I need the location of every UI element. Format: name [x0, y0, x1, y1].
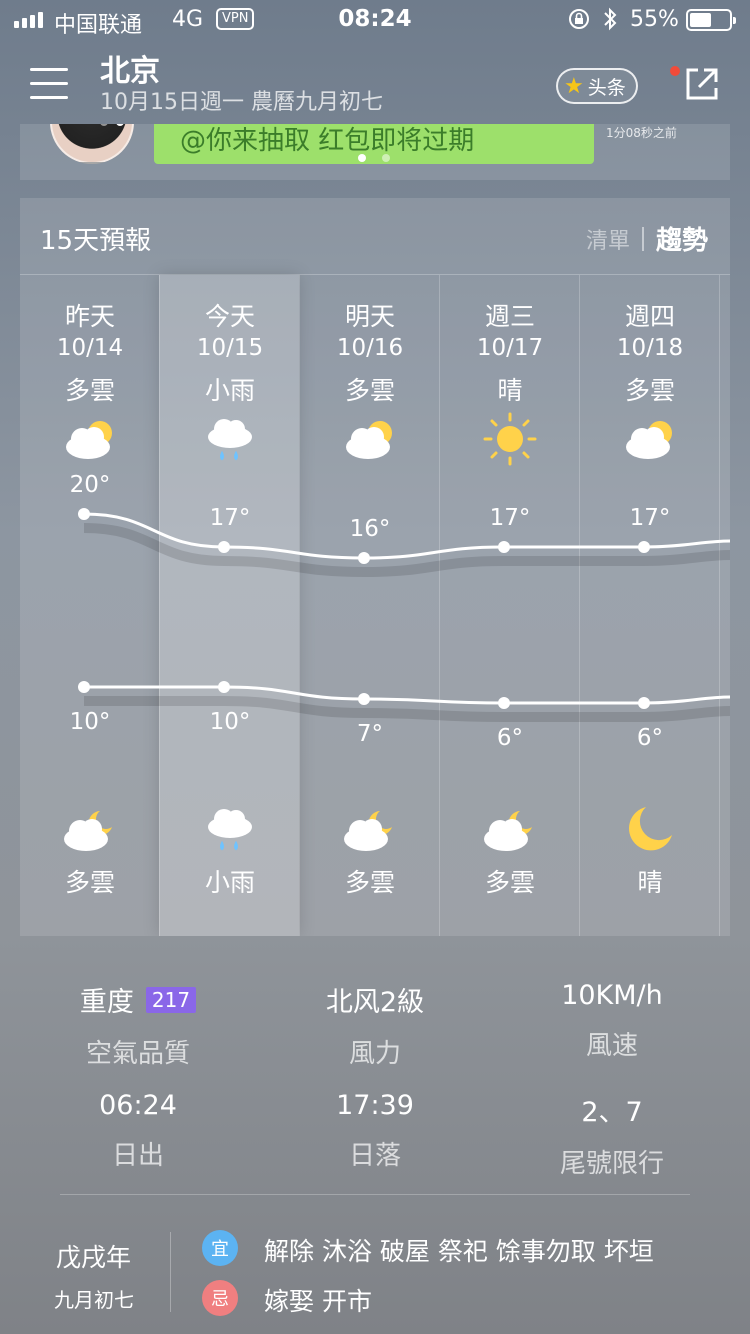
sunset-time: 17:39 — [336, 1090, 414, 1121]
wind-level: 北风2級 風力 — [257, 980, 493, 1070]
low-temp-point — [358, 693, 370, 705]
battery-icon — [686, 9, 736, 31]
low-temp-label: 6° — [497, 725, 523, 751]
wind-direction: 北风2級 — [325, 987, 425, 1018]
notification-dot — [670, 66, 680, 76]
high-temp-label: 16° — [350, 516, 391, 542]
app-header: 北京 10月15日週一 農曆九月初七 ★ 头条 — [0, 40, 750, 124]
wind-speed: 10KM/h 風速 — [494, 980, 730, 1062]
high-temp-label: 17° — [630, 505, 671, 531]
air-quality[interactable]: 重度 217 空氣品質 — [20, 980, 256, 1070]
high-temp-point — [358, 552, 370, 564]
yi-text[interactable]: 解除 沐浴 破屋 祭祀 馀事勿取 坏垣 — [264, 1232, 654, 1268]
ji-badge: 忌 — [202, 1280, 238, 1316]
sunrise-time: 06:24 — [99, 1090, 177, 1121]
sunset-label: 日落 — [348, 1141, 401, 1171]
sunrise-label: 日出 — [111, 1141, 164, 1171]
high-temp-label: 17° — [490, 505, 531, 531]
sunrise: 06:24 日出 — [20, 1090, 256, 1172]
high-temp-shadow — [83, 523, 730, 578]
low-temp-label: 10° — [210, 709, 251, 735]
low-temp-point — [78, 681, 90, 693]
low-temp-point — [638, 697, 650, 709]
high-temp-label: 17° — [210, 505, 251, 531]
restriction-numbers: 2、7 — [581, 1097, 643, 1128]
forecast-card: 15天預報 清單 趨勢 昨天 10/14 多雲 多雲 今天 10/15 小雨 小雨 明天 10/1… — [20, 198, 730, 936]
toutiao-label: 头条 — [587, 76, 626, 99]
high-temp-point — [78, 508, 90, 520]
aqi-label: 空氣品質 — [85, 1039, 190, 1069]
low-temp-label: 10° — [70, 709, 111, 735]
low-temp-point — [218, 681, 230, 693]
high-temp-point — [638, 541, 650, 553]
traffic-restriction: 2、7 尾號限行 — [494, 1090, 730, 1180]
status-bar: 中国联通 4G VPN 08:24 55% — [0, 0, 750, 40]
weather-details: 重度 217 空氣品質 北风2級 風力 10KM/h 風速 06:24 日出 1… — [20, 936, 730, 1334]
toutiao-button[interactable]: ★ 头条 — [556, 68, 638, 104]
low-temp-label: 6° — [637, 725, 663, 751]
avatar-pager — [100, 124, 124, 126]
promo-banner[interactable]: @你来抽取 红包即将过期 1分08秒之前 — [20, 124, 730, 180]
menu-icon[interactable] — [30, 68, 68, 100]
almanac-lunar-date: 九月初七 — [54, 1288, 134, 1312]
high-temp-point — [218, 541, 230, 553]
date-line: 10月15日週一 農曆九月初七 — [100, 90, 383, 115]
sunset: 17:39 日落 — [257, 1090, 493, 1172]
almanac-year: 戊戌年 — [56, 1243, 132, 1272]
share-icon — [686, 68, 718, 100]
yi-badge: 宜 — [202, 1230, 238, 1266]
time-ago: 1分08秒之前 — [606, 126, 677, 140]
low-temp-label: 7° — [357, 721, 383, 747]
high-temp-point — [498, 541, 510, 553]
bluetooth-icon — [602, 6, 618, 38]
wind-speed-label: 風速 — [585, 1031, 638, 1061]
restriction-label: 尾號限行 — [559, 1149, 664, 1179]
banner-pager — [358, 154, 390, 162]
high-temp-label: 20° — [70, 472, 111, 498]
rotation-lock-icon — [568, 8, 590, 36]
aqi-badge: 217 — [145, 986, 197, 1013]
wind-speed-value: 10KM/h — [561, 980, 663, 1011]
wind-level-label: 風力 — [348, 1039, 401, 1069]
temperature-trend-chart: 20° 17° 16° 17° 17° 10° 10° 7° 6° 6° — [70, 472, 730, 751]
share-button[interactable] — [670, 64, 722, 104]
star-icon: ★ — [564, 73, 584, 99]
avatar — [50, 124, 134, 164]
low-temp-point — [498, 697, 510, 709]
battery-percent: 55% — [630, 7, 679, 32]
aqi-level: 重度 — [79, 987, 134, 1018]
ji-text[interactable]: 嫁娶 开市 — [264, 1282, 372, 1318]
